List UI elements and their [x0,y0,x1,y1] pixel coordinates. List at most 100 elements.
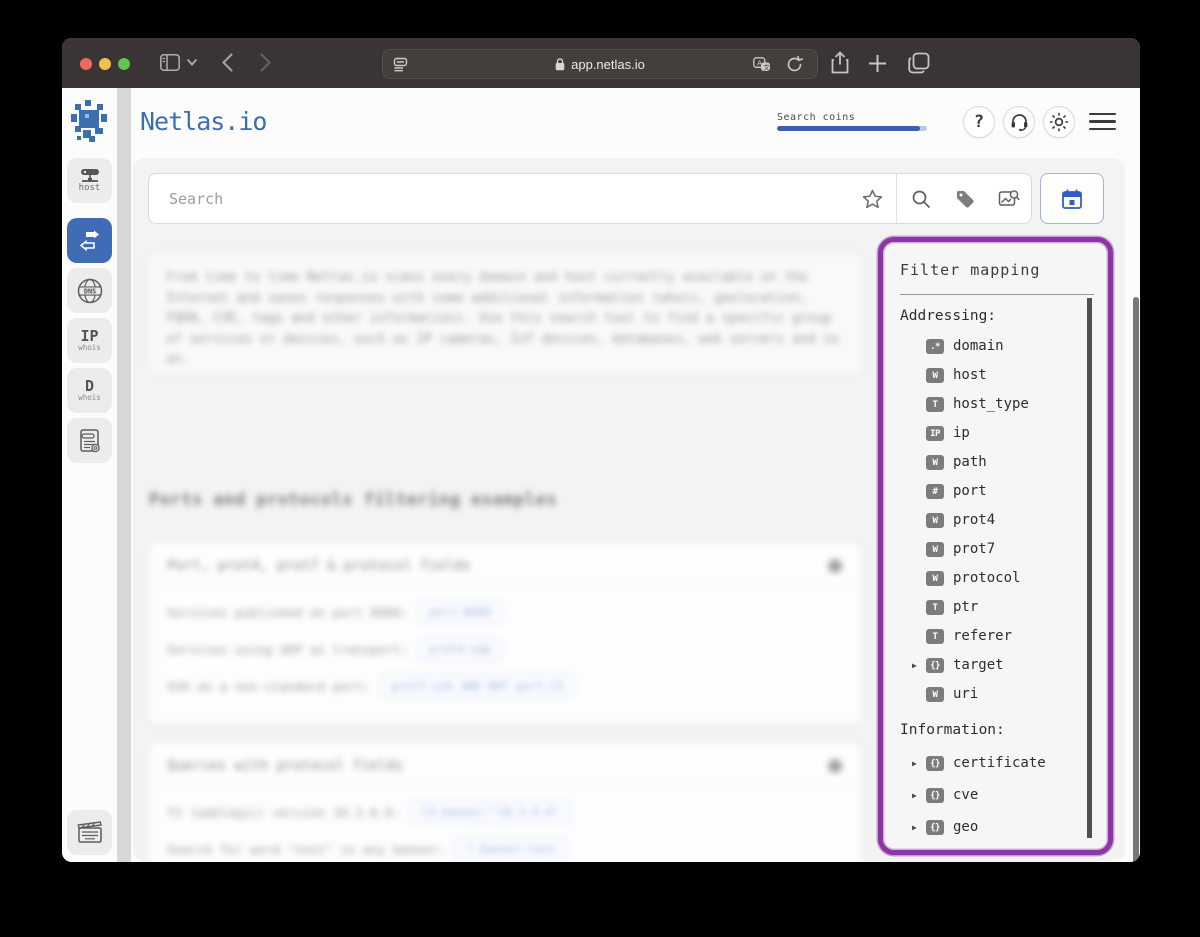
filter-item-path[interactable]: Wpath [912,453,1108,472]
app-header: Netlas.io Search coins ? [131,88,1140,155]
number-badge-icon: # [926,484,944,499]
help-button[interactable]: ? [963,106,995,138]
expand-arrow-icon[interactable]: ▶ [912,823,926,832]
query-chip[interactable]: *.banner:test [455,837,567,861]
intro-paragraph: From time to time Netlas.io scans every … [148,252,862,374]
text-badge-icon: T [926,600,944,615]
filter-item-cve[interactable]: ▶{}cve [912,786,1108,805]
page-scrollbar[interactable] [1133,297,1139,862]
browser-window: app.netlas.io A文 [62,38,1140,862]
expand-arrow-icon[interactable]: ▶ [912,661,926,670]
filter-item-referer[interactable]: Treferer [912,627,1108,646]
brand-title[interactable]: Netlas.io [140,107,266,136]
minimize-window-button[interactable] [99,58,111,70]
word-badge-icon: W [926,542,944,557]
filter-item-certificate[interactable]: ▶{}certificate [912,754,1108,773]
new-tab-icon[interactable] [868,54,887,73]
filter-item-port[interactable]: #port [912,482,1108,501]
word-badge-icon: W [926,368,944,383]
expand-arrow-icon[interactable]: ▶ [912,791,926,800]
sidebar-item-host[interactable]: host [67,158,112,203]
filter-item-protocol[interactable]: Wprotocol [912,569,1108,588]
filter-item-geo[interactable]: ▶{}geo [912,818,1108,837]
example-card: Port, prot4, prot7 & protocol fields Ser… [148,542,862,724]
image-search-icon[interactable] [987,189,1031,209]
address-bar[interactable]: app.netlas.io A文 [382,49,818,79]
filter-item-ptr[interactable]: Tptr [912,598,1108,617]
sidebar-item-dns[interactable]: DNS [67,268,112,313]
share-icon[interactable] [830,51,850,75]
svg-text:DNS: DNS [83,287,95,295]
search-input[interactable] [149,190,850,208]
reload-icon[interactable] [787,56,803,73]
page-body: host DNS IP whoi [62,88,1140,862]
expand-arrow-icon[interactable]: ▶ [912,759,926,768]
theme-toggle-button[interactable] [1043,106,1075,138]
query-chip[interactable]: prot7:ssh AND NOT port:22 [380,674,575,698]
tab-overview-icon[interactable] [908,52,930,74]
divider [900,294,1094,295]
query-chip[interactable]: port:8080 [418,600,502,624]
filter-item-host-type[interactable]: Thost_type [912,395,1108,414]
examples-heading: Ports and protocols filtering examples [149,490,557,510]
ip-whois-label: IP [80,329,98,343]
favorites-star-icon[interactable] [850,189,894,209]
example-label: T3 (weblogic) version 10.3.6.0: [167,805,400,820]
calendar-icon [1061,188,1083,210]
sidebar-item-tutorials[interactable] [67,810,112,855]
sidebar-item-certificates[interactable] [67,418,112,463]
filter-item-target[interactable]: ▶{}target [912,656,1108,675]
query-chip[interactable]: prot4:udp [418,637,502,661]
url-text: app.netlas.io [571,57,645,72]
content-panel: From time to time Netlas.io scans every … [133,158,1125,862]
blurred-docs: From time to time Netlas.io scans every … [133,238,878,862]
close-window-button[interactable] [80,58,92,70]
back-button[interactable] [222,53,233,72]
text-badge-icon: T [926,629,944,644]
sidebar-divider [117,88,131,862]
example-card: Queries with protocol fields T3 (weblogi… [148,742,862,862]
regex-badge-icon: .* [926,339,944,354]
translate-icon[interactable]: A文 [753,57,771,73]
tags-icon[interactable] [943,189,987,209]
filter-item-host[interactable]: Whost [912,366,1108,385]
word-badge-icon: W [926,455,944,470]
gear-icon[interactable] [827,758,843,774]
brightness-icon [1049,112,1069,132]
object-badge-icon: {} [926,756,944,771]
zoom-window-button[interactable] [118,58,130,70]
support-button[interactable] [1003,106,1035,138]
filter-item-uri[interactable]: Wuri [912,685,1108,704]
app-sidebar: host DNS IP whoi [62,88,117,862]
headset-icon [1010,113,1029,131]
sidebar-item-ip-whois[interactable]: IP whois [67,318,112,363]
search-coins-fill [777,126,920,131]
search-submit-icon[interactable] [899,189,943,209]
search-bar [148,173,1032,224]
query-chip[interactable]: t3.banner:"10.3.6.0" [410,800,570,824]
panel-scrollbar[interactable] [1087,298,1092,838]
section-addressing: Addressing: [900,308,1108,327]
search-coins-track [777,126,927,131]
filter-item-domain[interactable]: .*domain [912,337,1108,356]
menu-button[interactable] [1089,113,1116,131]
filter-item-ip[interactable]: IPip [912,424,1108,443]
example-label: SSH on a non-standard port: [167,679,370,694]
filter-item-prot7[interactable]: Wprot7 [912,540,1108,559]
scan-date-button[interactable] [1040,173,1104,224]
netlas-logo-icon[interactable] [69,100,109,146]
ip-whois-sublabel: whois [78,343,101,352]
filter-item-prot4[interactable]: Wprot4 [912,511,1108,530]
question-icon: ? [974,112,984,132]
gear-icon[interactable] [827,558,843,574]
word-badge-icon: W [926,513,944,528]
sidebar-item-responses-search[interactable] [67,218,112,263]
browser-titlebar: app.netlas.io A文 [62,38,1140,88]
domain-whois-sublabel: whois [78,393,101,402]
text-badge-icon: T [926,397,944,412]
sidebar-toggle-icon[interactable] [160,54,180,71]
chevron-down-icon[interactable] [187,59,197,66]
card-title: Queries with protocol fields [167,758,403,774]
sidebar-item-domain-whois[interactable]: D whois [67,368,112,413]
forward-button[interactable] [260,53,271,72]
